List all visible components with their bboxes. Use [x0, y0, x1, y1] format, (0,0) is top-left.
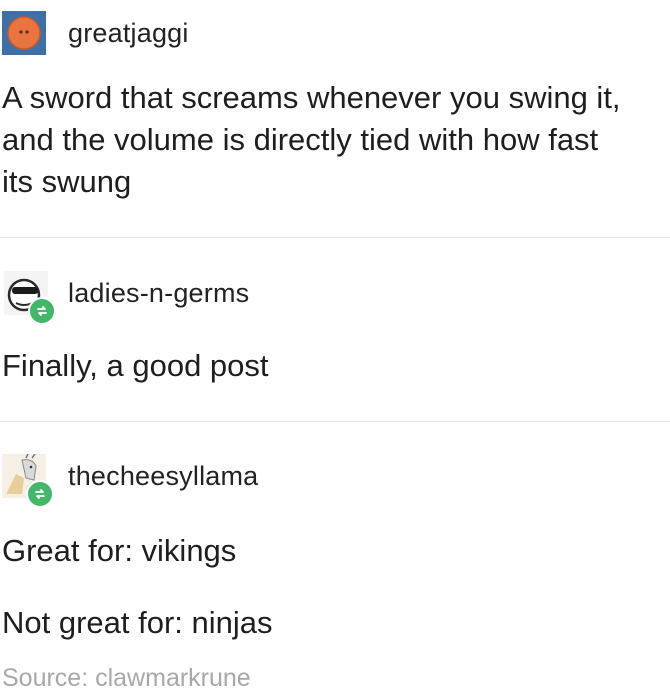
reblog-icon	[26, 480, 54, 508]
username[interactable]: greatjaggi	[68, 18, 189, 49]
post-greatjaggi: greatjaggi A sword that screams whenever…	[0, 8, 670, 199]
post-header: greatjaggi	[0, 8, 670, 58]
username[interactable]: ladies-n-germs	[68, 278, 249, 309]
post-text-line: Not great for: ninjas	[2, 605, 273, 640]
reblog-icon	[28, 297, 56, 325]
username[interactable]: thecheesyllama	[68, 461, 258, 492]
post-text-line: Great for: vikings	[2, 533, 237, 568]
post-text-line: and the volume is directly tied with how…	[2, 122, 599, 157]
divider	[0, 237, 670, 238]
post-header: thecheesyllama	[0, 451, 670, 508]
divider	[0, 421, 670, 422]
post-header: ladies-n-germs	[0, 268, 670, 325]
post-text-line: A sword that screams whenever you swing …	[2, 80, 621, 115]
sunglasses-face-icon[interactable]	[4, 271, 56, 325]
orange-circle-face-icon[interactable]	[2, 11, 46, 55]
post-text-line: Finally, a good post	[2, 348, 269, 383]
llama-drawing-icon[interactable]	[2, 453, 54, 508]
post-text-line: its swung	[2, 164, 132, 199]
source-link[interactable]: Source: clawmarkrune	[2, 664, 251, 693]
post-thecheesyllama: thecheesyllama Great for: vikings Not gr…	[0, 451, 670, 640]
post-ladies-n-germs: ladies-n-germs Finally, a good post	[0, 268, 670, 383]
